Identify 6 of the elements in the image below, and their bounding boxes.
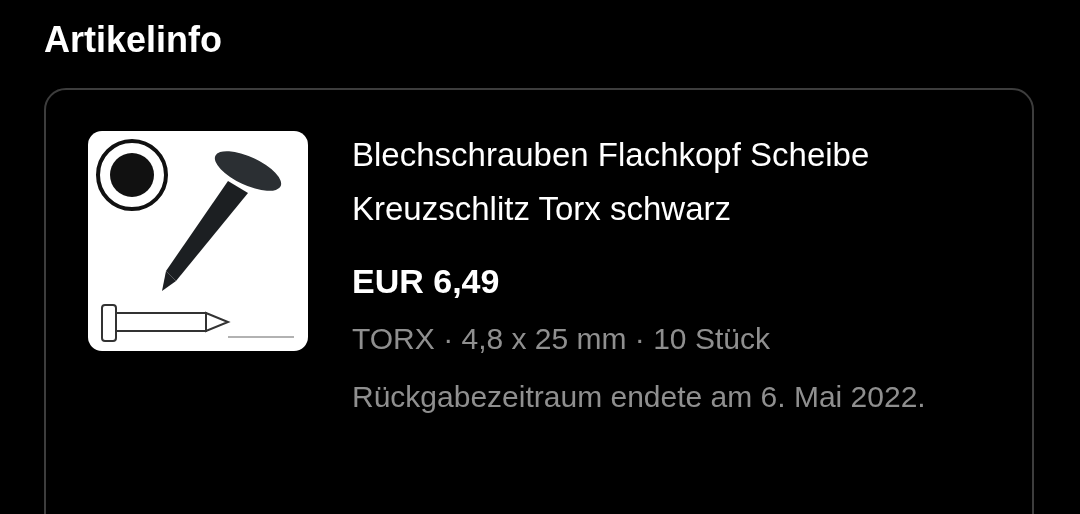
section-title: Artikelinfo xyxy=(44,18,222,62)
item-card[interactable]: Blechschrauben Flachkopf Scheibe Kreuzschlitz Torx schwarz EUR 6,49 TORX · 4,8 x 25 mm · 10 Stück Rückgabezeitraum endete am 6. Mai 2022. xyxy=(44,88,1034,514)
item-price: EUR 6,49 xyxy=(352,261,500,302)
return-note: Rückgabezeitraum endete am 6. Mai 2022. xyxy=(352,379,926,415)
item-title: Blechschrauben Flachkopf Scheibe Kreuzschlitz Torx schwarz xyxy=(352,135,871,229)
item-variant: TORX · 4,8 x 25 mm · 10 Stück xyxy=(352,321,770,357)
